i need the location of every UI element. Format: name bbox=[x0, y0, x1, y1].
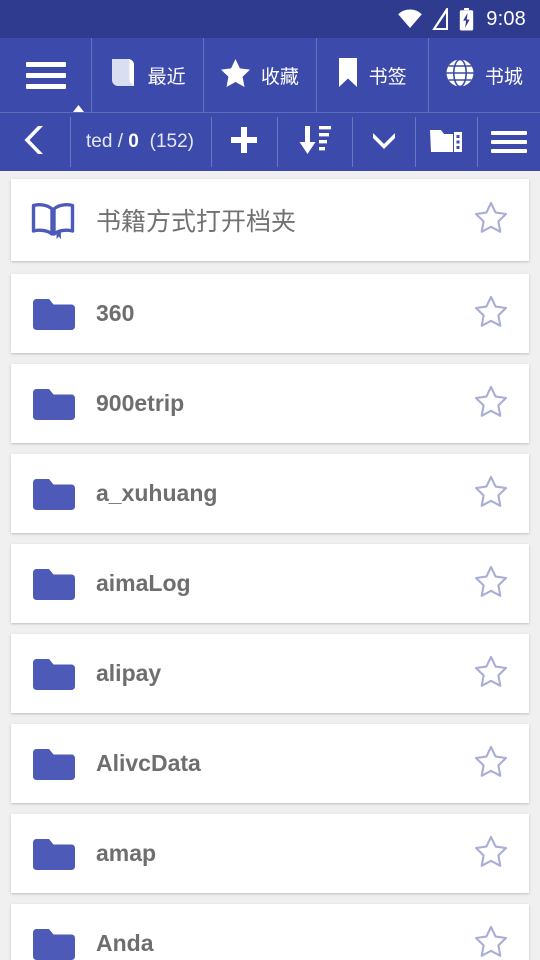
list-item-label: 900etrip bbox=[96, 390, 185, 416]
star-outline-icon bbox=[474, 925, 508, 960]
top-nav-tabs: 最近 收藏 书签 书城 bbox=[0, 38, 540, 112]
favorite-star-button[interactable] bbox=[471, 385, 511, 423]
list-item-open-as-book[interactable]: 书籍方式打开档夹 bbox=[11, 179, 529, 261]
list-item[interactable]: AlivcData bbox=[11, 724, 529, 803]
favorite-star-button[interactable] bbox=[471, 925, 511, 960]
star-outline-icon bbox=[474, 835, 508, 873]
star-icon bbox=[220, 58, 251, 93]
breadcrumb-current: 0 bbox=[128, 131, 139, 152]
add-button[interactable] bbox=[211, 113, 277, 171]
wifi-icon bbox=[397, 9, 423, 29]
folder-icon bbox=[31, 387, 83, 421]
breadcrumb-prefix: ted / bbox=[86, 131, 129, 152]
tab-recent[interactable]: 最近 bbox=[91, 38, 203, 112]
star-outline-icon bbox=[474, 201, 508, 239]
sort-button[interactable] bbox=[277, 113, 352, 171]
sort-options-button[interactable] bbox=[352, 113, 415, 171]
star-outline-icon bbox=[474, 655, 508, 693]
tab-bookstore-label: 书城 bbox=[484, 66, 523, 88]
list-item-label: alipay bbox=[96, 660, 162, 686]
tab-bookstore[interactable]: 书城 bbox=[427, 38, 540, 112]
folder-icon bbox=[31, 927, 83, 960]
folder-icon bbox=[31, 477, 83, 511]
favorite-star-button[interactable] bbox=[471, 835, 511, 873]
tab-bookmarks-label: 书签 bbox=[368, 66, 407, 88]
tab-favorites[interactable]: 收藏 bbox=[203, 38, 315, 112]
globe-icon bbox=[445, 58, 475, 93]
list-item-label: 书籍方式打开档夹 bbox=[96, 208, 297, 236]
breadcrumb-path[interactable]: ted / 0 (152) bbox=[70, 113, 211, 171]
list-item[interactable]: aimaLog bbox=[11, 544, 529, 623]
folder-icon bbox=[31, 747, 83, 781]
star-outline-icon bbox=[474, 565, 508, 603]
favorite-star-button[interactable] bbox=[471, 655, 511, 693]
chevron-left-icon bbox=[23, 124, 47, 161]
back-button[interactable] bbox=[0, 113, 70, 171]
tab-recent-label: 最近 bbox=[147, 66, 186, 88]
folder-list-icon bbox=[429, 126, 463, 159]
favorite-star-button[interactable] bbox=[471, 201, 511, 239]
sort-descending-icon bbox=[297, 124, 333, 161]
list-item-label: amap bbox=[96, 840, 157, 866]
tab-bookmarks[interactable]: 书签 bbox=[315, 38, 428, 112]
list-item[interactable]: 900etrip bbox=[11, 364, 529, 443]
favorite-star-button[interactable] bbox=[471, 745, 511, 783]
list-item-label: a_xuhuang bbox=[96, 480, 218, 506]
star-outline-icon bbox=[474, 295, 508, 333]
favorite-star-button[interactable] bbox=[471, 565, 511, 603]
chevron-down-icon bbox=[371, 131, 397, 154]
star-outline-icon bbox=[474, 475, 508, 513]
folder-icon bbox=[31, 297, 83, 331]
folder-icon bbox=[31, 567, 83, 601]
status-time: 9:08 bbox=[486, 7, 526, 30]
folder-icon bbox=[31, 837, 83, 871]
hamburger-menu-icon bbox=[25, 61, 66, 89]
tab-favorites-label: 收藏 bbox=[260, 66, 299, 88]
favorite-star-button[interactable] bbox=[471, 475, 511, 513]
path-toolbar: ted / 0 (152) bbox=[0, 112, 540, 171]
nav-menu-button[interactable] bbox=[0, 38, 91, 112]
folder-view-button[interactable] bbox=[415, 113, 477, 171]
list-item[interactable]: a_xuhuang bbox=[11, 454, 529, 533]
list-item-label: 360 bbox=[96, 300, 135, 326]
status-bar: 9:08 bbox=[0, 0, 540, 38]
bookmark-icon bbox=[337, 57, 359, 93]
list-item-label: aimaLog bbox=[96, 570, 191, 596]
list-item[interactable]: amap bbox=[11, 814, 529, 893]
battery-charging-icon bbox=[459, 7, 474, 31]
plus-icon bbox=[229, 125, 259, 160]
open-book-icon bbox=[31, 200, 83, 240]
list-item[interactable]: alipay bbox=[11, 634, 529, 713]
list-item-label: AlivcData bbox=[96, 750, 201, 776]
list-item[interactable]: 360 bbox=[11, 274, 529, 353]
file-list[interactable]: 书籍方式打开档夹 360 900etrip a_xuhuang aimaLog alipa… bbox=[0, 171, 540, 960]
list-item[interactable]: Anda bbox=[11, 904, 529, 960]
list-item-label: Anda bbox=[96, 930, 154, 956]
hamburger-menu-icon bbox=[490, 131, 527, 153]
book-icon bbox=[109, 57, 138, 93]
folder-icon bbox=[31, 657, 83, 691]
item-count: (152) bbox=[149, 131, 194, 152]
star-outline-icon bbox=[474, 745, 508, 783]
breadcrumb-text: ted / 0 bbox=[86, 131, 139, 153]
overflow-menu-button[interactable] bbox=[477, 113, 540, 171]
favorite-star-button[interactable] bbox=[471, 295, 511, 333]
star-outline-icon bbox=[474, 385, 508, 423]
signal-off-icon bbox=[432, 8, 450, 30]
